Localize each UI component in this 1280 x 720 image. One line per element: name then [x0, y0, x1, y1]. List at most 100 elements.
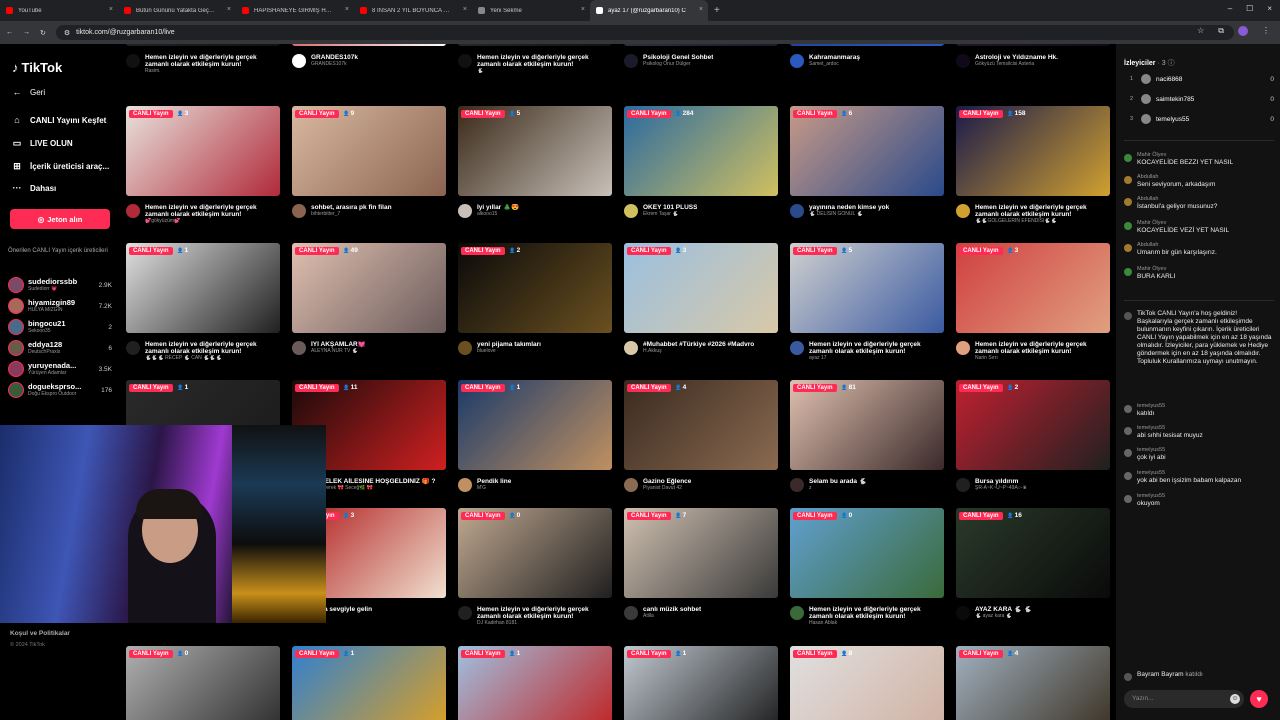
- minimize-icon[interactable]: –: [1228, 4, 1232, 13]
- avatar[interactable]: [956, 54, 970, 68]
- new-tab-button[interactable]: +: [714, 5, 720, 16]
- top-viewer-row[interactable]: 2 saimtekin785 0: [1130, 92, 1274, 106]
- close-tab-icon[interactable]: ×: [699, 6, 703, 13]
- stream-title[interactable]: canlı müzik sohbet: [643, 606, 701, 613]
- message-user[interactable]: temelyus55: [1137, 403, 1165, 410]
- message-user[interactable]: Abdullah: [1137, 174, 1215, 181]
- terms-link[interactable]: Koşul ve Politikalar: [10, 630, 70, 637]
- stream-title[interactable]: Kahramanmaraş: [809, 54, 860, 61]
- nav-item[interactable]: ··· Dahası: [12, 183, 57, 193]
- creator-name[interactable]: DJ Kadirhan 8181: [477, 620, 612, 627]
- live-thumbnail[interactable]: CANLI Yayın 👤 6: [790, 106, 944, 196]
- live-thumbnail[interactable]: CANLI Yayın 👤 49: [292, 243, 446, 333]
- stream-title[interactable]: yayınına neden kimse yok: [809, 204, 889, 211]
- avatar[interactable]: [292, 341, 306, 355]
- live-thumbnail[interactable]: CANLI Yayın 👤 4: [624, 380, 778, 470]
- live-thumbnail[interactable]: CANLI Yayın 👤 3: [956, 243, 1110, 333]
- avatar[interactable]: [458, 341, 472, 355]
- creator-name[interactable]: Ekrem Taşar 🐇: [643, 211, 697, 218]
- live-thumbnail[interactable]: CANLI Yayın 👤 5: [790, 243, 944, 333]
- stream-title[interactable]: Pendik line: [477, 478, 511, 485]
- avatar[interactable]: [790, 54, 804, 68]
- stream-title[interactable]: yeni pijama takımları: [477, 341, 541, 348]
- live-thumbnail[interactable]: CANLI Yayın 👤 4: [956, 646, 1110, 720]
- live-thumbnail[interactable]: [126, 44, 280, 46]
- suggested-creator[interactable]: bingocu21 Sekooo35 2: [8, 316, 112, 338]
- suggested-creator[interactable]: sudediorssbb Sudediorr 💗 2.9K: [8, 274, 112, 296]
- stream-title[interactable]: Hemen izleyin ve diğerleriyle gerçek zam…: [809, 341, 944, 355]
- bookmark-star-icon[interactable]: ☆: [1197, 26, 1204, 36]
- close-tab-icon[interactable]: ×: [581, 6, 585, 13]
- info-icon[interactable]: ⓘ: [1168, 60, 1175, 67]
- avatar[interactable]: [292, 204, 306, 218]
- avatar[interactable]: [624, 478, 638, 492]
- live-thumbnail[interactable]: CANLI Yayın 👤 8: [790, 646, 944, 720]
- creator-name[interactable]: bihterbitter_7: [311, 211, 392, 218]
- message-user[interactable]: temelyus55: [1137, 425, 1203, 432]
- avatar[interactable]: [624, 204, 638, 218]
- emoji-icon[interactable]: ☺: [1230, 694, 1240, 704]
- stream-title[interactable]: Hemen izleyin ve diğerleriyle gerçek zam…: [975, 341, 1110, 355]
- stream-title[interactable]: Hemen izleyin ve diğerleriyle gerçek zam…: [477, 54, 612, 68]
- creator-name[interactable]: 🐇🐇GÖLGELERİN EFENDİSİ🐇🐇: [975, 218, 1110, 225]
- avatar[interactable]: [624, 606, 638, 620]
- creator-name[interactable]: Piyanist Davut 42: [643, 485, 691, 492]
- creator-name[interactable]: bluelove: [477, 348, 541, 355]
- stream-title[interactable]: KEBELEK AİLESİNE HOŞGELDİNİZ 🎁 ?: [311, 478, 436, 485]
- tiktok-logo[interactable]: ♪ TikTok: [12, 60, 62, 75]
- live-thumbnail[interactable]: CANLI Yayın 👤 9: [292, 106, 446, 196]
- stream-title[interactable]: Hemen izleyin ve diğerleriyle gerçek zam…: [975, 204, 1110, 218]
- stream-title[interactable]: Bursa yıldırım: [975, 478, 1027, 485]
- creator-name[interactable]: H.Akkuş: [643, 348, 754, 355]
- message-user[interactable]: Mahir Ölyev: [1137, 266, 1175, 273]
- stream-title[interactable]: Gazino Eğlence: [643, 478, 691, 485]
- avatar[interactable]: [458, 478, 472, 492]
- creator-name[interactable]: ALEYNA NUR TV 🐇: [311, 348, 366, 355]
- stream-title[interactable]: İYİ AKŞAMLAR💓: [311, 341, 366, 348]
- creator-name[interactable]: Psikolog Onur Dülger: [643, 61, 713, 68]
- close-tab-icon[interactable]: ×: [345, 6, 349, 13]
- avatar[interactable]: [126, 54, 140, 68]
- message-user[interactable]: Abdullah: [1137, 242, 1217, 249]
- live-thumbnail[interactable]: CANLI Yayın 👤 284: [624, 106, 778, 196]
- avatar[interactable]: [458, 606, 472, 620]
- top-viewer-row[interactable]: 3 temelyus55 0: [1130, 112, 1274, 126]
- nav-item[interactable]: ⊞ İçerik üreticisi araç...: [12, 161, 109, 172]
- live-thumbnail[interactable]: CANLI Yayın 👤 81: [790, 380, 944, 470]
- live-thumbnail[interactable]: [292, 44, 446, 46]
- avatar[interactable]: [956, 478, 970, 492]
- live-thumbnail[interactable]: CANLI Yayın 👤 0: [458, 508, 612, 598]
- nav-item[interactable]: ⌂ CANLI Yayını Keşfet: [12, 115, 106, 125]
- avatar[interactable]: [292, 54, 306, 68]
- stream-title[interactable]: Psikoloji Genel Sohbet: [643, 54, 713, 61]
- buy-coins-button[interactable]: ◎ Jeton alın: [10, 209, 110, 229]
- message-user[interactable]: temelyus55: [1137, 470, 1241, 477]
- site-info-icon[interactable]: ⚙: [64, 29, 70, 37]
- suggested-creator[interactable]: eddya128 DeutschPraxis 6: [8, 337, 112, 359]
- close-tab-icon[interactable]: ×: [463, 6, 467, 13]
- message-user[interactable]: Abdullah: [1137, 196, 1217, 203]
- live-thumbnail[interactable]: CANLI Yayın 👤 5: [458, 106, 612, 196]
- stream-title[interactable]: Hemen izleyin ve diğerleriyle gerçek zam…: [809, 606, 944, 620]
- live-thumbnail[interactable]: CANLI Yayın 👤 1: [458, 646, 612, 720]
- live-thumbnail[interactable]: CANLI Yayın 👤 1: [458, 380, 612, 470]
- stream-title[interactable]: İyi yıllar 🎄😍: [477, 204, 519, 211]
- message-user[interactable]: Mahir Ölyev: [1137, 152, 1233, 159]
- browser-tab[interactable]: Bütün Gününü Yatakta Geçiriyor ×: [118, 0, 236, 21]
- browser-tab[interactable]: HAPİSHANEYE GİRMİŞ HANIM ×: [236, 0, 354, 21]
- suggested-creator[interactable]: hiyamizgin89 HULYA MIZGIN 7.2K: [8, 295, 112, 317]
- avatar[interactable]: [956, 204, 970, 218]
- stream-title[interactable]: Hemen izleyin ve diğerleriyle gerçek zam…: [477, 606, 612, 620]
- forward-icon[interactable]: →: [23, 29, 30, 36]
- live-thumbnail[interactable]: CANLI Yayın 👤 0: [790, 508, 944, 598]
- live-thumbnail[interactable]: CANLI Yayın 👤 158: [956, 106, 1110, 196]
- stream-title[interactable]: OKEY 101 PLUSS: [643, 204, 697, 211]
- close-tab-icon[interactable]: ×: [109, 6, 113, 13]
- creator-name[interactable]: Atilla: [643, 613, 701, 620]
- stream-title[interactable]: sohbet, arasıra pk fin filan: [311, 204, 392, 211]
- heart-like-button[interactable]: ♥: [1250, 690, 1268, 708]
- stream-title[interactable]: AYAZ KARA 🐇 🐇: [975, 606, 1032, 613]
- stream-title[interactable]: Hemen izleyin ve diğerleriyle gerçek zam…: [145, 54, 280, 68]
- message-user[interactable]: Mahir Ölyev: [1137, 220, 1229, 227]
- stream-title[interactable]: GRANDES107k: [311, 54, 358, 61]
